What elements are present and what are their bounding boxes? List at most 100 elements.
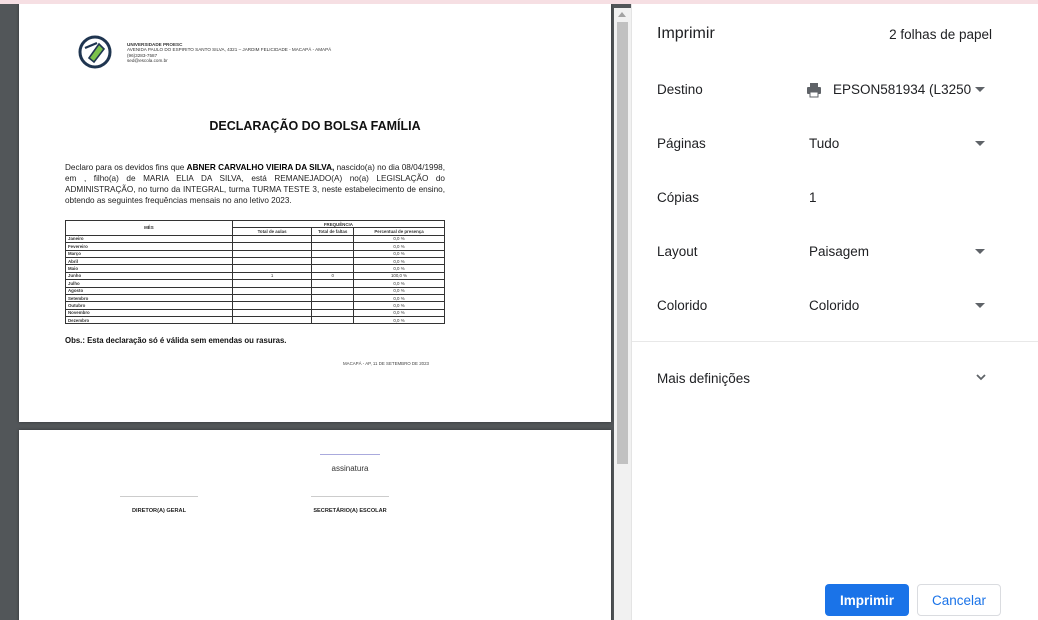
absences-cell bbox=[311, 249, 355, 258]
classes-cell bbox=[231, 286, 313, 295]
absences-cell bbox=[311, 242, 355, 251]
absences-cell bbox=[311, 301, 355, 310]
month-cell: Março bbox=[65, 249, 233, 258]
table-row: Outubro 0,0 % bbox=[65, 301, 445, 310]
destination-select[interactable]: EPSON581934 (L3250 bbox=[833, 82, 971, 97]
place-date: MACAPÁ - AP, 11 DE SETEMBRO DE 2023 bbox=[343, 361, 429, 366]
destination-dropdown-icon[interactable] bbox=[975, 87, 985, 92]
classes-cell bbox=[231, 249, 313, 258]
pages-dropdown-icon[interactable] bbox=[975, 141, 985, 146]
absences-cell bbox=[311, 279, 355, 288]
percent-cell: 0,0 % bbox=[353, 264, 445, 273]
percent-cell: 0,0 % bbox=[353, 301, 445, 310]
table-row: Abril 0,0 % bbox=[65, 256, 445, 266]
copies-label: Cópias bbox=[657, 190, 700, 205]
cancel-button[interactable]: Cancelar bbox=[917, 584, 1001, 616]
pages-row[interactable]: Páginas Tudo bbox=[632, 126, 1038, 162]
header-month: MÊS bbox=[65, 220, 233, 236]
copies-input[interactable]: 1 bbox=[809, 190, 817, 205]
absences-cell bbox=[311, 293, 355, 303]
document-title: DECLARAÇÃO DO BOLSA FAMÍLIA bbox=[209, 119, 421, 133]
table-row: Dezembro 0,0 % bbox=[65, 316, 445, 325]
classes-cell bbox=[231, 256, 313, 266]
print-settings-panel: Imprimir 2 folhas de papel Destino EPSON… bbox=[631, 4, 1038, 620]
table-row: Março 0,0 % bbox=[65, 249, 445, 258]
copies-row[interactable]: Cópias 1 bbox=[632, 180, 1038, 216]
table-row: Fevereiro 0,0 % bbox=[65, 242, 445, 251]
pages-select[interactable]: Tudo bbox=[809, 136, 839, 151]
preview-scrollbar[interactable] bbox=[614, 8, 631, 620]
color-dropdown-icon[interactable] bbox=[975, 303, 985, 308]
more-settings-toggle[interactable]: Mais definições bbox=[657, 371, 750, 386]
school-email: sed@escola.com.br bbox=[127, 58, 168, 64]
scroll-up-arrow-icon[interactable] bbox=[618, 12, 626, 17]
preview-page-1: UNIVERSIDADE PROESC AVENIDA PAULO DO ESP… bbox=[19, 4, 611, 422]
month-cell: Julho bbox=[65, 279, 233, 288]
month-cell: Setembro bbox=[65, 293, 233, 303]
percent-cell: 0,0 % bbox=[353, 242, 445, 251]
percent-cell: 0,0 % bbox=[353, 293, 445, 303]
scroll-thumb[interactable] bbox=[617, 22, 628, 464]
classes-cell bbox=[231, 279, 313, 288]
color-select[interactable]: Colorido bbox=[809, 298, 859, 313]
month-cell: Janeiro bbox=[65, 234, 233, 244]
layout-select[interactable]: Paisagem bbox=[809, 244, 869, 259]
month-cell: Novembro bbox=[65, 308, 233, 318]
preview-page-2: assinatura DIRETOR(A) GERAL SECRETÁRIO(A… bbox=[19, 430, 611, 620]
print-preview[interactable]: UNIVERSIDADE PROESC AVENIDA PAULO DO ESP… bbox=[0, 4, 631, 620]
chevron-down-icon[interactable] bbox=[975, 371, 987, 383]
table-row: Maio 0,0 % bbox=[65, 264, 445, 273]
absences-cell: 0 bbox=[311, 271, 355, 281]
month-cell: Outubro bbox=[65, 301, 233, 310]
panel-title: Imprimir bbox=[657, 25, 715, 42]
layout-row[interactable]: Layout Paisagem bbox=[632, 234, 1038, 270]
document-body: Declaro para os devidos fins que ABNER C… bbox=[65, 162, 445, 206]
role-secretary: SECRETÁRIO(A) ESCOLAR bbox=[313, 508, 387, 514]
sheet-count: 2 folhas de papel bbox=[889, 27, 992, 42]
header-absences: Total de faltas bbox=[311, 227, 355, 236]
month-cell: Junho bbox=[65, 271, 233, 281]
pages-label: Páginas bbox=[657, 136, 706, 151]
school-address: AVENIDA PAULO DO ESPIRITO SANTO SILVA, 4… bbox=[127, 47, 332, 53]
percent-cell: 0,0 % bbox=[353, 256, 445, 266]
frequency-table: MÊS FREQUÊNCIA Total de aulas Total de f… bbox=[65, 219, 446, 325]
school-info: UNIVERSIDADE PROESC AVENIDA PAULO DO ESP… bbox=[127, 42, 331, 64]
destination-label: Destino bbox=[657, 82, 703, 97]
month-cell: Agosto bbox=[65, 286, 233, 295]
absences-cell bbox=[311, 256, 355, 266]
absences-cell bbox=[311, 234, 355, 244]
color-row[interactable]: Colorido Colorido bbox=[632, 288, 1038, 324]
classes-cell bbox=[231, 242, 313, 251]
percent-cell: 0,0 % bbox=[353, 249, 445, 258]
panel-divider bbox=[632, 341, 1038, 342]
table-row: Junho 1 0 100,0 % bbox=[65, 271, 445, 281]
month-cell: Maio bbox=[65, 264, 233, 273]
header-percent: Percentual de presença bbox=[353, 227, 445, 236]
classes-cell bbox=[231, 308, 313, 318]
role-director: DIRETOR(A) GERAL bbox=[132, 508, 186, 514]
absences-cell bbox=[311, 286, 355, 295]
table-row: Setembro 0,0 % bbox=[65, 293, 445, 303]
color-label: Colorido bbox=[657, 298, 708, 313]
percent-cell: 0,0 % bbox=[353, 279, 445, 288]
signature-line-director bbox=[120, 496, 198, 497]
signature-line-top bbox=[320, 454, 380, 455]
percent-cell: 0,0 % bbox=[353, 316, 445, 325]
month-cell: Abril bbox=[65, 256, 233, 266]
signature-line-secretary bbox=[311, 496, 389, 497]
classes-cell bbox=[231, 301, 313, 310]
layout-dropdown-icon[interactable] bbox=[975, 249, 985, 254]
classes-cell: 1 bbox=[231, 271, 313, 281]
print-button[interactable]: Imprimir bbox=[825, 584, 909, 616]
printer-icon bbox=[807, 83, 821, 98]
percent-cell: 0,0 % bbox=[353, 286, 445, 295]
month-cell: Fevereiro bbox=[65, 242, 233, 251]
absences-cell bbox=[311, 308, 355, 318]
signature-label: assinatura bbox=[331, 464, 369, 473]
table-row: Agosto 0,0 % bbox=[65, 286, 445, 295]
table-row: Janeiro 0,0 % bbox=[65, 234, 445, 244]
percent-cell: 0,0 % bbox=[353, 234, 445, 244]
header-frequency: FREQUÊNCIA bbox=[231, 219, 446, 229]
month-cell: Dezembro bbox=[65, 316, 233, 325]
destination-row[interactable]: Destino EPSON581934 (L3250 bbox=[632, 72, 1038, 108]
